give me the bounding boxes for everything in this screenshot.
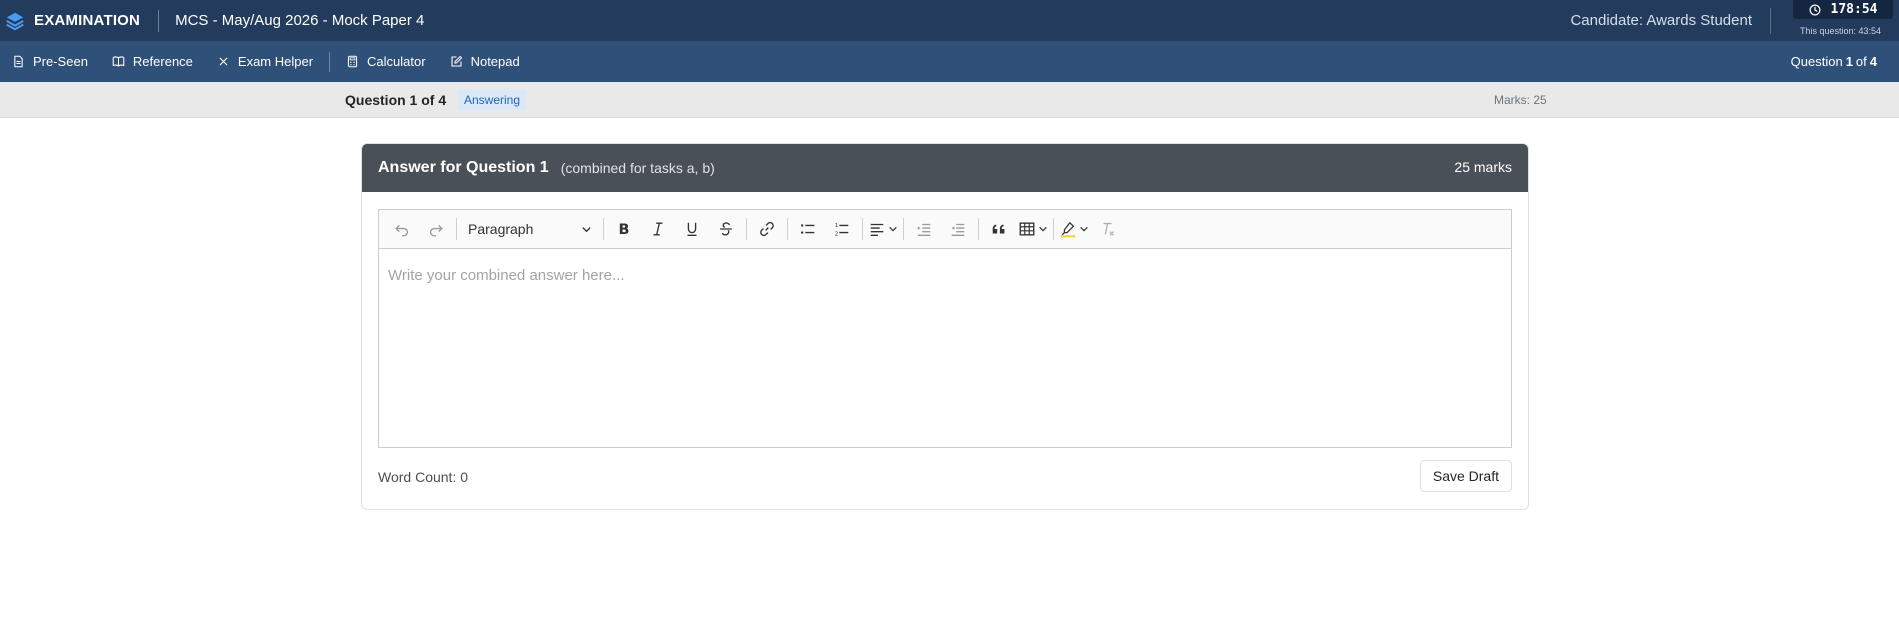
notepad-label: Notepad bbox=[470, 54, 520, 69]
editor-divider bbox=[903, 218, 904, 240]
edit-icon bbox=[451, 55, 462, 67]
candidate-name: Candidate: Awards Student bbox=[1570, 12, 1752, 29]
book-icon bbox=[112, 56, 125, 67]
notepad-button[interactable]: Notepad bbox=[438, 41, 532, 82]
timer-question: This question: 43:54 bbox=[1799, 26, 1881, 36]
svg-text:B: B bbox=[619, 222, 630, 238]
calculator-icon bbox=[347, 55, 358, 68]
block-format-dropdown[interactable]: Paragraph bbox=[460, 214, 600, 244]
question-counter-prefix: Question bbox=[1790, 54, 1843, 69]
exam-helper-label: Exam Helper bbox=[237, 54, 314, 69]
brand: EXAMINATION bbox=[0, 0, 140, 41]
bold-icon: B bbox=[619, 222, 630, 238]
editor-toolbar: Paragraph B 1 2 bbox=[379, 210, 1511, 249]
block-quote-button[interactable] bbox=[984, 214, 1014, 244]
editor-divider bbox=[1053, 218, 1054, 240]
status-badge: Answering bbox=[458, 90, 527, 110]
quote-icon bbox=[992, 224, 1005, 234]
numbered-list-icon: 1 2 bbox=[835, 223, 849, 237]
editor-divider bbox=[456, 218, 457, 240]
italic-button[interactable] bbox=[643, 214, 673, 244]
bulleted-list-button[interactable] bbox=[793, 214, 823, 244]
undo-button[interactable] bbox=[387, 214, 417, 244]
editor-divider bbox=[787, 218, 788, 240]
answer-card: Answer for Question 1 (combined for task… bbox=[361, 143, 1529, 510]
header-divider bbox=[158, 9, 160, 32]
save-draft-button[interactable]: Save Draft bbox=[1419, 460, 1512, 492]
bold-button[interactable]: B bbox=[609, 214, 639, 244]
strikethrough-icon bbox=[720, 222, 732, 236]
highlight-dropdown[interactable] bbox=[1059, 214, 1089, 244]
remove-format-icon bbox=[1103, 222, 1114, 236]
question-counter-of: of bbox=[1855, 54, 1867, 69]
answer-card-title: Answer for Question 1 bbox=[378, 159, 549, 176]
header-right: Candidate: Awards Student 178:54 This qu… bbox=[1570, 0, 1899, 41]
block-format-value: Paragraph bbox=[468, 221, 534, 237]
pre-seen-label: Pre-Seen bbox=[33, 54, 88, 69]
question-counter-total: 4 bbox=[1869, 54, 1877, 69]
highlighter-icon bbox=[1060, 222, 1076, 238]
calculator-label: Calculator bbox=[367, 54, 426, 69]
indent-button[interactable] bbox=[909, 214, 939, 244]
exam-toolbar: Pre-Seen Reference Exam Helper Calculato… bbox=[0, 41, 1899, 82]
editor-divider bbox=[862, 218, 863, 240]
align-left-icon bbox=[870, 223, 884, 236]
pre-seen-button[interactable]: Pre-Seen bbox=[0, 41, 100, 82]
brand-text: EXAMINATION bbox=[34, 12, 141, 29]
bulleted-list-icon bbox=[800, 224, 815, 234]
editor-divider bbox=[603, 218, 604, 240]
link-icon bbox=[760, 221, 774, 237]
chevron-down-icon bbox=[1080, 226, 1088, 232]
header-divider-right bbox=[1770, 7, 1771, 34]
top-header: EXAMINATION MCS - May/Aug 2026 - Mock Pa… bbox=[0, 0, 1899, 41]
question-status-bar: Question 1 of 4 Answering Marks: 25 bbox=[0, 82, 1899, 118]
question-marks: Marks: 25 bbox=[1494, 93, 1547, 107]
undo-icon bbox=[395, 224, 409, 237]
rich-text-editor: Paragraph B 1 2 Write your combined answ… bbox=[378, 209, 1512, 448]
redo-icon bbox=[429, 224, 443, 237]
toolbar-divider bbox=[329, 51, 331, 72]
calculator-button[interactable]: Calculator bbox=[334, 41, 438, 82]
chevron-down-icon bbox=[889, 226, 897, 232]
table-icon bbox=[1019, 222, 1035, 236]
exam-title: MCS - May/Aug 2026 - Mock Paper 4 bbox=[175, 12, 425, 29]
editor-divider bbox=[746, 218, 747, 240]
remove-format-button[interactable] bbox=[1093, 214, 1123, 244]
link-button[interactable] bbox=[752, 214, 782, 244]
reference-label: Reference bbox=[132, 54, 193, 69]
answer-card-header: Answer for Question 1 (combined for task… bbox=[362, 144, 1528, 192]
svg-text:1: 1 bbox=[835, 223, 838, 229]
question-counter-current: 1 bbox=[1845, 54, 1853, 69]
outdent-icon bbox=[951, 223, 965, 236]
word-count: Word Count: 0 bbox=[378, 469, 469, 485]
strikethrough-button[interactable] bbox=[711, 214, 741, 244]
svg-text:2: 2 bbox=[835, 231, 838, 237]
redo-button[interactable] bbox=[421, 214, 451, 244]
question-label: Question 1 of 4 bbox=[345, 92, 447, 108]
document-icon bbox=[14, 55, 23, 68]
layers-icon bbox=[6, 12, 24, 30]
question-counter: Question 1 of 4 bbox=[1791, 41, 1880, 82]
indent-icon bbox=[917, 223, 931, 236]
chevron-down-icon bbox=[1039, 226, 1047, 232]
exam-helper-button[interactable]: Exam Helper bbox=[205, 41, 325, 82]
numbered-list-button[interactable]: 1 2 bbox=[827, 214, 857, 244]
close-x-icon bbox=[219, 57, 228, 66]
insert-table-dropdown[interactable] bbox=[1018, 214, 1048, 244]
answer-card-marks: 25 marks bbox=[1454, 159, 1512, 175]
italic-icon bbox=[653, 222, 663, 236]
underline-icon bbox=[687, 222, 697, 236]
editor-divider bbox=[978, 218, 979, 240]
answer-input[interactable]: Write your combined answer here... bbox=[379, 249, 1511, 447]
text-align-dropdown[interactable] bbox=[868, 214, 898, 244]
chevron-down-icon bbox=[582, 226, 591, 232]
timer: 178:54 This question: 43:54 bbox=[1787, 0, 1899, 41]
reference-button[interactable]: Reference bbox=[100, 41, 205, 82]
underline-button[interactable] bbox=[677, 214, 707, 244]
timer-total: 178:54 bbox=[1793, 0, 1893, 19]
answer-card-subtitle: (combined for tasks a, b) bbox=[560, 160, 715, 176]
clock-icon bbox=[1809, 4, 1820, 15]
timer-total-value: 178:54 bbox=[1830, 2, 1878, 17]
outdent-button[interactable] bbox=[943, 214, 973, 244]
